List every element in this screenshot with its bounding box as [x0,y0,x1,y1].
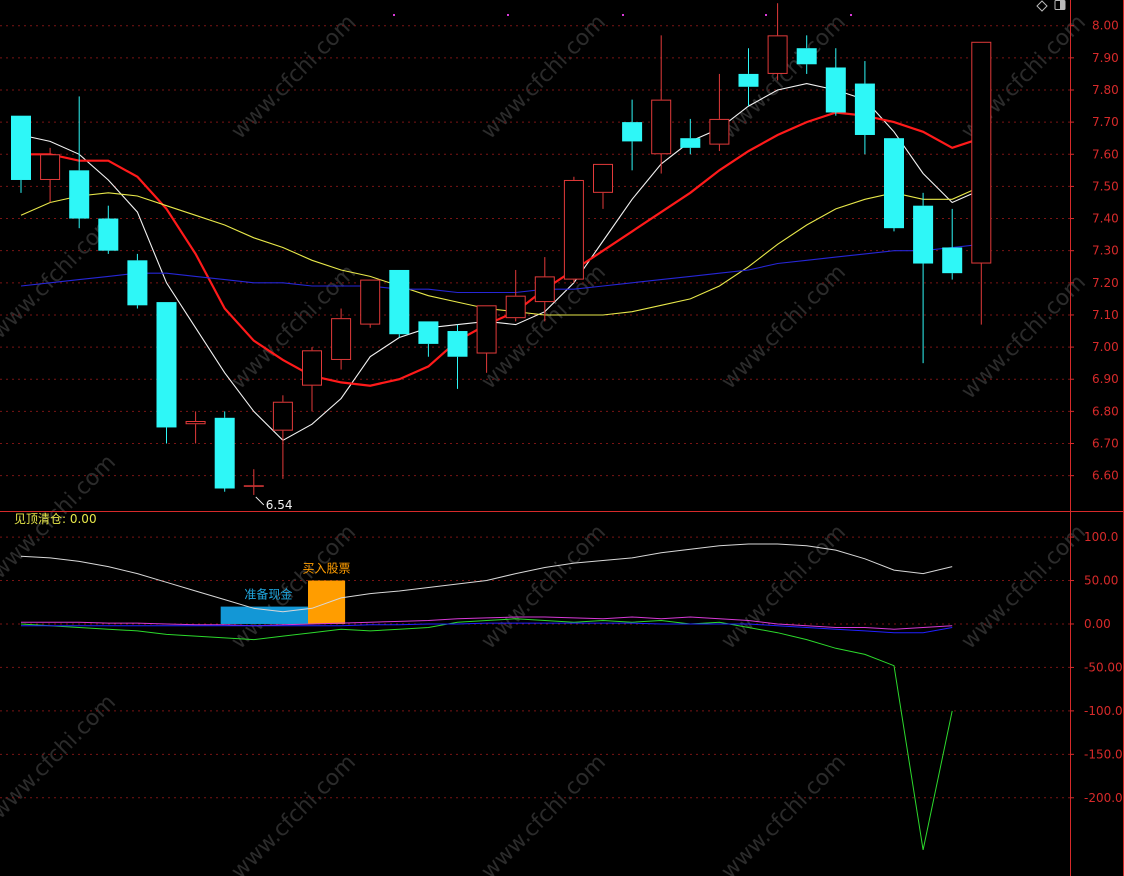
price-tick-label: 6.60 [1092,469,1119,483]
indicator-tick-label: -200.0 [1084,791,1123,805]
chart-background [0,0,1124,876]
signal-label: 买入股票 [303,562,351,576]
price-tick-label: 6.70 [1092,437,1119,451]
candle-up [563,176,584,283]
top-dot [507,14,509,16]
price-tick-label: 6.90 [1092,372,1119,386]
top-dot [765,14,767,16]
top-dot [850,14,852,16]
candle-body [331,318,352,360]
price-tick-label: 7.80 [1092,83,1119,97]
candle-body [447,331,468,357]
candle-body [738,73,759,87]
candle-body [40,154,61,180]
candle-body [680,138,701,148]
candle-body [476,305,497,354]
indicator-tick-label: 100.0 [1084,530,1118,544]
candle-body [98,218,119,251]
candle-body [505,295,526,319]
price-tick-label: 7.70 [1092,115,1119,129]
indicator-tick-label: 0.00 [1084,617,1111,631]
window-icon-fill [1060,0,1065,10]
candle-body [214,417,235,489]
candle-down [127,253,148,309]
candle-down [214,411,235,492]
indicator-tick-label: 50.00 [1084,574,1118,588]
candle-body [854,83,875,135]
candle-body [156,302,177,428]
candle-down [389,269,410,338]
signal-label: 准备现金 [244,587,292,602]
candle-body [389,269,410,335]
candle-body [69,170,90,219]
indicator-title: 见顶清仓: 0.00 [14,512,97,526]
candle-down [156,302,177,444]
candle-body [651,99,672,155]
candle-body [913,205,934,264]
price-tick-label: 7.90 [1092,51,1119,65]
price-tick-label: 8.00 [1092,19,1119,33]
candle-down [884,138,904,232]
candle-body [767,35,788,74]
signal-bar [308,580,346,624]
candle-body [796,48,817,65]
indicator-tick-label: -100.0 [1084,704,1123,718]
candle-body [185,421,206,425]
candle-body [942,247,963,274]
candle-body [709,118,730,145]
indicator-tick-label: -150.0 [1084,747,1123,761]
candle-body [360,279,381,325]
candle-body [418,321,439,344]
price-tick-label: 7.20 [1092,276,1119,290]
candle-body [534,276,555,303]
candle-body [884,138,904,229]
price-tick-label: 7.50 [1092,179,1119,193]
top-dot [393,14,395,16]
candle-body [622,122,643,142]
price-tick-label: 6.80 [1092,404,1119,418]
candle-up [360,279,381,328]
candle-body [272,401,293,431]
stock-chart: www.cfchi.comwww.cfchi.comwww.cfchi.comw… [0,0,1124,876]
price-tick-label: 7.60 [1092,147,1119,161]
candle-body [127,260,148,306]
candle-body [11,115,31,180]
price-tick-label: 7.40 [1092,212,1119,226]
price-tick-label: 7.30 [1092,244,1119,258]
candle-body [971,41,992,264]
price-tick-label: 7.10 [1092,308,1119,322]
low-marker-label: 6.54 [266,498,293,512]
top-dot [622,14,624,16]
indicator-tick-label: -50.00 [1084,660,1123,674]
price-tick-label: 7.00 [1092,340,1119,354]
candle-body [593,163,613,193]
candle-body [825,67,846,113]
candle-body [302,350,322,386]
candle-body [243,485,264,487]
candle-body [563,179,584,280]
